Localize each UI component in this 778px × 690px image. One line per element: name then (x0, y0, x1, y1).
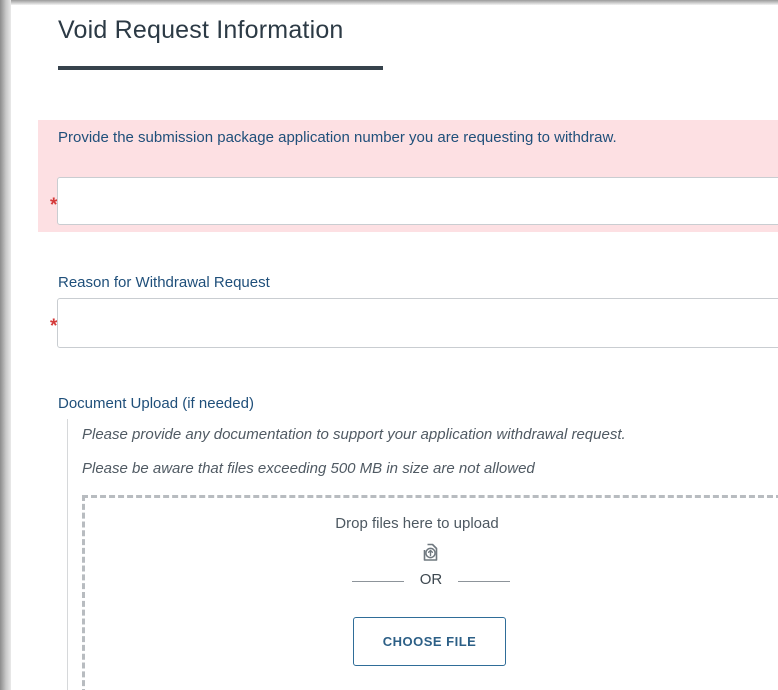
or-divider-line-right (458, 581, 510, 582)
document-upload-label: Document Upload (if needed) (58, 395, 254, 412)
or-divider-text: OR (419, 571, 443, 588)
void-request-form: Void Request Information Provide the sub… (0, 0, 778, 690)
reason-label: Reason for Withdrawal Request (58, 274, 270, 291)
choose-file-button[interactable]: CHOOSE FILE (353, 617, 506, 666)
application-number-input[interactable] (57, 177, 778, 225)
upload-icon (423, 543, 438, 561)
document-upload-help-text: Please provide any documentation to supp… (82, 426, 626, 443)
application-number-label: Provide the submission package applicati… (58, 129, 617, 146)
window-shadow-left (0, 0, 11, 690)
window-shadow-top (0, 0, 778, 5)
or-divider: OR (352, 571, 510, 591)
page-title: Void Request Information (58, 16, 344, 44)
or-divider-line-left (352, 581, 404, 582)
title-underline (58, 66, 383, 70)
file-size-notice: Please be aware that files exceeding 500… (82, 460, 535, 477)
drop-zone-text: Drop files here to upload (335, 515, 499, 532)
reason-input[interactable] (57, 298, 778, 348)
upload-section-rail (67, 419, 68, 690)
